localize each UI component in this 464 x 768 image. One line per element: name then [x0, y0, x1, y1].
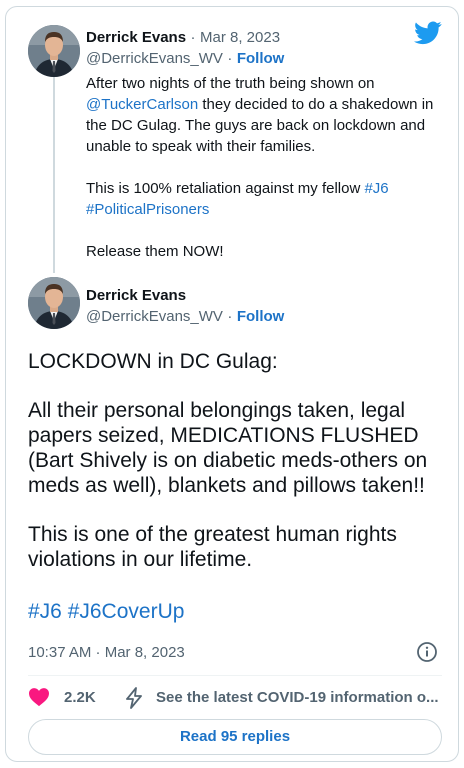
- author-handle[interactable]: @DerrickEvans_WV: [86, 308, 223, 325]
- hashtag-link[interactable]: #PoliticalPrisoners: [86, 201, 209, 218]
- thread-connector-line: [53, 77, 55, 273]
- hashtag-link[interactable]: #J6: [364, 180, 388, 197]
- tweet-paragraph: LOCKDOWN in DC Gulag:: [28, 350, 278, 373]
- avatar[interactable]: [28, 25, 80, 77]
- main-tweet-text: LOCKDOWN in DC Gulag: All their personal…: [28, 349, 448, 624]
- separator-dot: ·: [190, 29, 196, 46]
- tweet-card: Derrick Evans · Mar 8, 2023 @DerrickEvan…: [5, 6, 459, 762]
- avatar[interactable]: [28, 277, 80, 329]
- action-bar: 2.2K See the latest COVID-19 information…: [28, 687, 448, 709]
- lightning-bolt-icon[interactable]: [124, 687, 144, 709]
- heart-icon[interactable]: [28, 687, 50, 707]
- divider: [28, 675, 442, 676]
- author-name[interactable]: Derrick Evans: [86, 29, 186, 46]
- tweet-date[interactable]: Mar 8, 2023: [200, 29, 280, 46]
- author-handle[interactable]: @DerrickEvans_WV: [86, 50, 223, 67]
- hashtag-link[interactable]: #J6: [28, 600, 62, 623]
- text-segment: This is 100% retaliation against my fell…: [86, 180, 365, 197]
- mention-link[interactable]: @TuckerCarlson: [86, 96, 198, 113]
- separator-dot: ·: [227, 50, 233, 67]
- author-name[interactable]: Derrick Evans: [86, 287, 186, 304]
- hashtag-row: #J6 #J6CoverUp: [28, 599, 448, 624]
- profile-photo: [28, 277, 80, 329]
- main-tweet-header: Derrick Evans @DerrickEvans_WV · Follow: [86, 287, 284, 326]
- follow-button[interactable]: Follow: [237, 308, 285, 325]
- info-icon[interactable]: [416, 641, 438, 663]
- hashtag-link[interactable]: #J6CoverUp: [68, 600, 185, 623]
- tweet-timestamp[interactable]: 10:37 AM · Mar 8, 2023: [28, 644, 185, 661]
- covid-info-link[interactable]: See the latest COVID-19 information o...: [156, 689, 448, 706]
- like-count[interactable]: 2.2K: [64, 689, 96, 706]
- text-segment: After two nights of the truth being show…: [86, 75, 375, 92]
- separator-dot: ·: [227, 308, 233, 325]
- tweet-paragraph: After two nights of the truth being show…: [86, 73, 446, 157]
- read-replies-button[interactable]: Read 95 replies: [28, 719, 442, 755]
- twitter-bird-icon[interactable]: [414, 21, 442, 45]
- tweet-paragraph: This is one of the greatest human rights…: [28, 523, 397, 571]
- tweet-paragraph: All their personal belongings taken, leg…: [28, 399, 428, 497]
- quoted-tweet-header: Derrick Evans · Mar 8, 2023 @DerrickEvan…: [86, 29, 284, 68]
- tweet-paragraph: This is 100% retaliation against my fell…: [86, 178, 446, 220]
- quoted-tweet-text: After two nights of the truth being show…: [86, 73, 446, 262]
- tweet-paragraph: Release them NOW!: [86, 243, 224, 260]
- profile-photo: [28, 25, 80, 77]
- follow-button[interactable]: Follow: [237, 50, 285, 67]
